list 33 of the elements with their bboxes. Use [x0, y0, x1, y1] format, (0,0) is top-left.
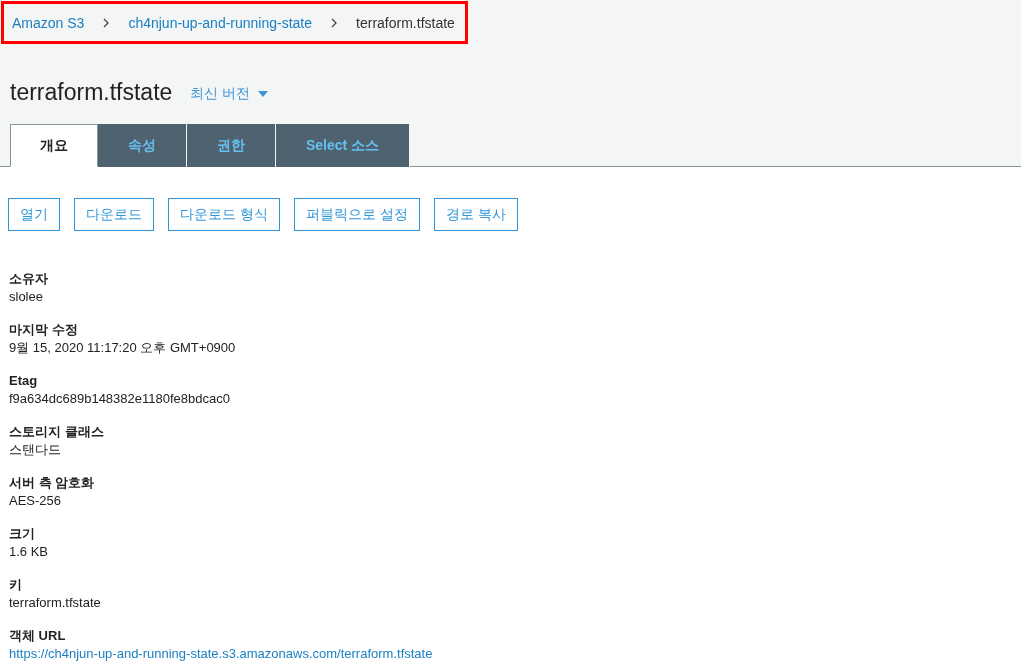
tab[interactable]: 속성 — [98, 124, 187, 167]
property-label: 서버 측 암호화 — [9, 474, 96, 492]
property-value: f9a634dc689b148382e1180fe8bdcac0 — [9, 390, 231, 408]
property-label: 객체 URL — [9, 627, 67, 645]
property-label: 크기 — [9, 525, 36, 543]
property-label: 스토리지 클래스 — [9, 423, 105, 441]
action-button[interactable]: 다운로드 — [74, 198, 154, 231]
property-label: 마지막 수정 — [9, 321, 79, 339]
action-button[interactable]: 퍼블릭으로 설정 — [293, 198, 420, 231]
chevron-icon — [102, 17, 111, 28]
action-button[interactable]: 다운로드 형식 — [168, 198, 280, 231]
object-title: terraform.tfstate — [10, 78, 173, 106]
property-value: 9월 15, 2020 11:17:20 오후 GMT+0900 — [9, 339, 237, 357]
breadcrumb-current: terraform.tfstate — [356, 14, 455, 31]
tab[interactable]: Select 소스 — [276, 124, 411, 167]
breadcrumb-link[interactable]: ch4njun-up-and-running-state — [128, 14, 313, 31]
breadcrumb-link[interactable]: Amazon S3 — [12, 14, 85, 31]
property-link[interactable]: https://ch4njun-up-and-running-state.s3.amazonaws.com/terraform.tfstate — [9, 645, 1012, 663]
tab[interactable]: 권한 — [187, 124, 276, 167]
action-button[interactable]: 열기 — [8, 198, 60, 231]
property-value: terraform.tfstate — [9, 594, 102, 612]
property-label: 소유자 — [9, 270, 49, 288]
version-dropdown[interactable]: 최신 버전 — [190, 81, 269, 103]
tab[interactable]: 개요 — [10, 124, 98, 167]
property-label: Etag — [9, 372, 39, 390]
property-value: AES-256 — [9, 492, 63, 510]
caret-icon — [258, 91, 269, 97]
property-value: 1.6 KB — [9, 543, 50, 561]
property-value: slolee — [9, 288, 44, 306]
chevron-icon — [330, 17, 339, 28]
property-label: 키 — [9, 576, 23, 594]
action-button[interactable]: 경로 복사 — [433, 198, 518, 231]
property-value: 스탠다드 — [9, 441, 62, 459]
